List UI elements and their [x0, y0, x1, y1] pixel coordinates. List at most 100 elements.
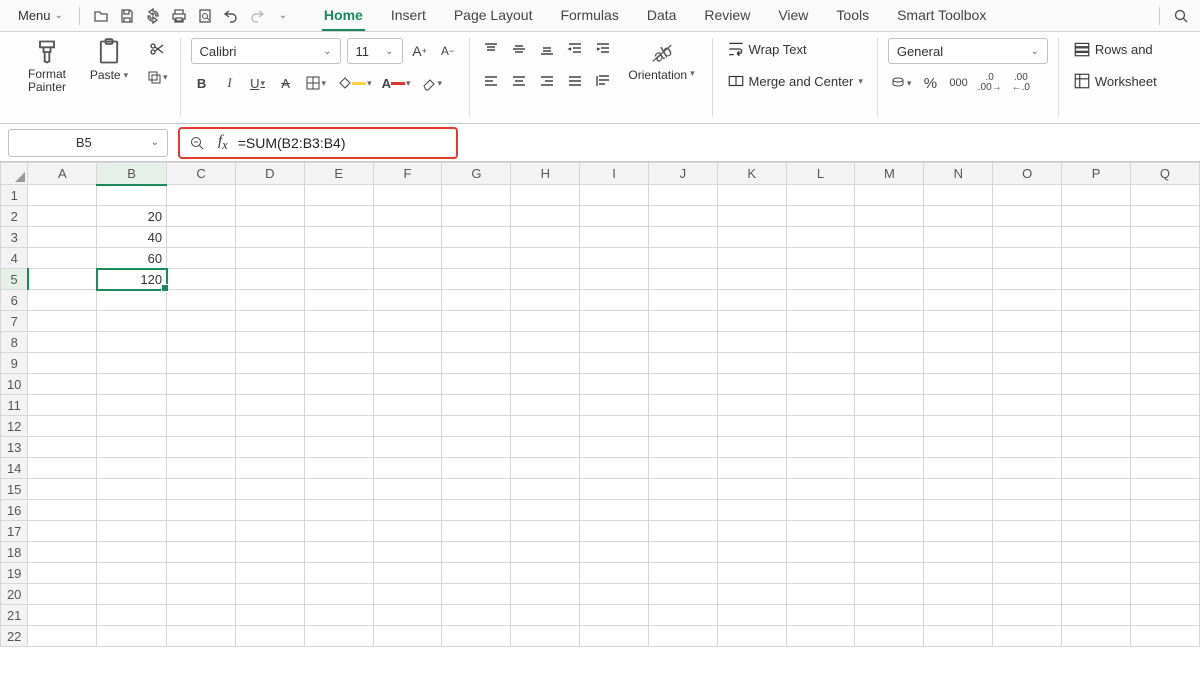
cell[interactable] — [442, 605, 511, 626]
cell[interactable] — [993, 311, 1062, 332]
cell[interactable] — [993, 353, 1062, 374]
cell[interactable] — [924, 374, 993, 395]
cell[interactable] — [717, 206, 786, 227]
cell[interactable] — [442, 563, 511, 584]
cell[interactable] — [304, 542, 373, 563]
cell[interactable] — [1130, 458, 1199, 479]
align-center-button[interactable] — [508, 70, 530, 92]
cell[interactable] — [1062, 185, 1131, 206]
cell[interactable] — [167, 248, 236, 269]
cell[interactable] — [648, 248, 717, 269]
cell[interactable] — [855, 626, 924, 647]
column-header[interactable]: O — [993, 163, 1062, 185]
cell[interactable] — [167, 269, 236, 290]
cell[interactable] — [855, 437, 924, 458]
cell[interactable] — [97, 332, 167, 353]
cell[interactable] — [717, 521, 786, 542]
fx-icon[interactable]: fx — [218, 133, 228, 153]
cell[interactable] — [1130, 416, 1199, 437]
cell[interactable] — [373, 185, 442, 206]
cell[interactable]: 60 — [97, 248, 167, 269]
cell[interactable] — [235, 395, 304, 416]
tab-view[interactable]: View — [776, 1, 810, 31]
cell[interactable] — [1130, 626, 1199, 647]
cell[interactable] — [924, 605, 993, 626]
cell[interactable] — [1130, 353, 1199, 374]
cell[interactable] — [28, 416, 97, 437]
cell[interactable] — [373, 353, 442, 374]
cell[interactable] — [97, 458, 167, 479]
cell[interactable] — [167, 332, 236, 353]
cell[interactable] — [442, 185, 511, 206]
cell[interactable] — [304, 521, 373, 542]
cell[interactable] — [786, 290, 855, 311]
fill-color-button[interactable]: ▾ — [334, 72, 374, 94]
cell[interactable] — [1130, 248, 1199, 269]
copy-button[interactable]: ▾ — [144, 66, 170, 88]
cell[interactable] — [924, 353, 993, 374]
cell[interactable] — [304, 290, 373, 311]
cell[interactable] — [924, 542, 993, 563]
row-header[interactable]: 7 — [1, 311, 28, 332]
cell[interactable] — [304, 563, 373, 584]
cell[interactable] — [235, 584, 304, 605]
cell[interactable] — [167, 206, 236, 227]
cell[interactable] — [580, 206, 649, 227]
cell[interactable] — [924, 227, 993, 248]
cell[interactable] — [28, 563, 97, 584]
justify-button[interactable] — [564, 70, 586, 92]
cell[interactable] — [648, 269, 717, 290]
cell[interactable] — [511, 437, 580, 458]
cell[interactable] — [28, 290, 97, 311]
cell[interactable] — [167, 605, 236, 626]
cell[interactable] — [1130, 332, 1199, 353]
cell[interactable] — [373, 542, 442, 563]
cell[interactable] — [1062, 416, 1131, 437]
save-icon[interactable] — [116, 5, 138, 27]
cell[interactable] — [1130, 374, 1199, 395]
cell[interactable] — [511, 521, 580, 542]
row-header[interactable]: 11 — [1, 395, 28, 416]
cell[interactable] — [167, 542, 236, 563]
cell[interactable] — [28, 521, 97, 542]
cell[interactable] — [717, 626, 786, 647]
cell[interactable] — [717, 374, 786, 395]
cell[interactable] — [511, 332, 580, 353]
font-name-select[interactable]: Calibri ⌄ — [191, 38, 341, 64]
increase-decimal-button[interactable]: .0.00→ — [976, 72, 1004, 94]
cell[interactable] — [304, 416, 373, 437]
cell[interactable] — [304, 605, 373, 626]
cell[interactable] — [648, 374, 717, 395]
cell[interactable] — [28, 353, 97, 374]
cell[interactable] — [511, 248, 580, 269]
cell[interactable] — [993, 290, 1062, 311]
cell[interactable] — [442, 479, 511, 500]
cell[interactable] — [373, 563, 442, 584]
cell[interactable]: 120 — [97, 269, 167, 290]
cell[interactable] — [97, 374, 167, 395]
row-header[interactable]: 15 — [1, 479, 28, 500]
cell[interactable] — [235, 227, 304, 248]
cell[interactable] — [235, 605, 304, 626]
cell[interactable] — [511, 458, 580, 479]
cell[interactable] — [235, 290, 304, 311]
cell[interactable] — [28, 479, 97, 500]
column-header[interactable]: G — [442, 163, 511, 185]
open-icon[interactable] — [90, 5, 112, 27]
cell[interactable] — [648, 563, 717, 584]
font-color-button[interactable]: A▾ — [380, 72, 413, 94]
cell[interactable] — [373, 521, 442, 542]
cell[interactable] — [786, 311, 855, 332]
cell[interactable] — [993, 605, 1062, 626]
cell[interactable] — [648, 227, 717, 248]
cell[interactable] — [580, 290, 649, 311]
cell[interactable] — [580, 542, 649, 563]
cell[interactable] — [580, 563, 649, 584]
cell[interactable] — [924, 248, 993, 269]
column-header[interactable]: Q — [1130, 163, 1199, 185]
formula-input[interactable] — [238, 135, 450, 151]
cell[interactable] — [442, 290, 511, 311]
cell[interactable] — [993, 395, 1062, 416]
cell[interactable] — [855, 185, 924, 206]
cell[interactable] — [511, 542, 580, 563]
